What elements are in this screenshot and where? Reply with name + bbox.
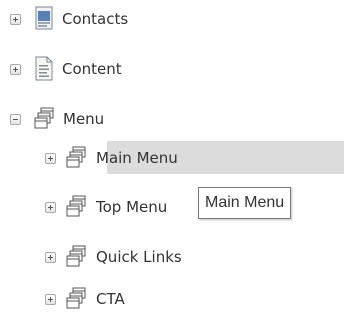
- menu-icon: [66, 195, 86, 217]
- menu-icon: [34, 107, 54, 129]
- tree-item-label: Menu: [63, 110, 105, 128]
- tree-item-label: Quick Links: [96, 248, 182, 266]
- tree-item-label: Top Menu: [96, 198, 168, 216]
- menu-icon: [66, 245, 86, 267]
- tree-item-cta[interactable]: CTA: [45, 282, 125, 316]
- tree-item-quick-links[interactable]: Quick Links: [45, 240, 182, 274]
- tree-item-label: Main Menu: [96, 149, 178, 167]
- expand-toggle[interactable]: [10, 63, 21, 75]
- menu-icon: [66, 287, 86, 309]
- tree-item-menu[interactable]: Menu: [10, 102, 104, 136]
- content-page-icon: [35, 56, 53, 81]
- collapse-toggle[interactable]: [10, 113, 21, 125]
- expand-toggle[interactable]: [45, 152, 56, 164]
- tree-item-label: CTA: [96, 290, 125, 308]
- tree-item-label: Content: [62, 60, 122, 78]
- tree-item-main-menu[interactable]: Main Menu: [45, 141, 178, 175]
- expand-toggle[interactable]: [45, 251, 56, 263]
- tree-item-top-menu[interactable]: Top Menu: [45, 190, 167, 224]
- expand-toggle[interactable]: [10, 13, 21, 25]
- tooltip: Main Menu: [198, 187, 292, 219]
- expand-toggle[interactable]: [45, 293, 56, 305]
- tree-item-content[interactable]: Content: [10, 52, 122, 86]
- tree-item-contacts[interactable]: Contacts: [10, 2, 128, 36]
- expand-toggle[interactable]: [45, 201, 56, 213]
- contacts-page-icon: [35, 6, 53, 30]
- menu-icon: [66, 146, 86, 168]
- tree-item-label: Contacts: [62, 10, 129, 28]
